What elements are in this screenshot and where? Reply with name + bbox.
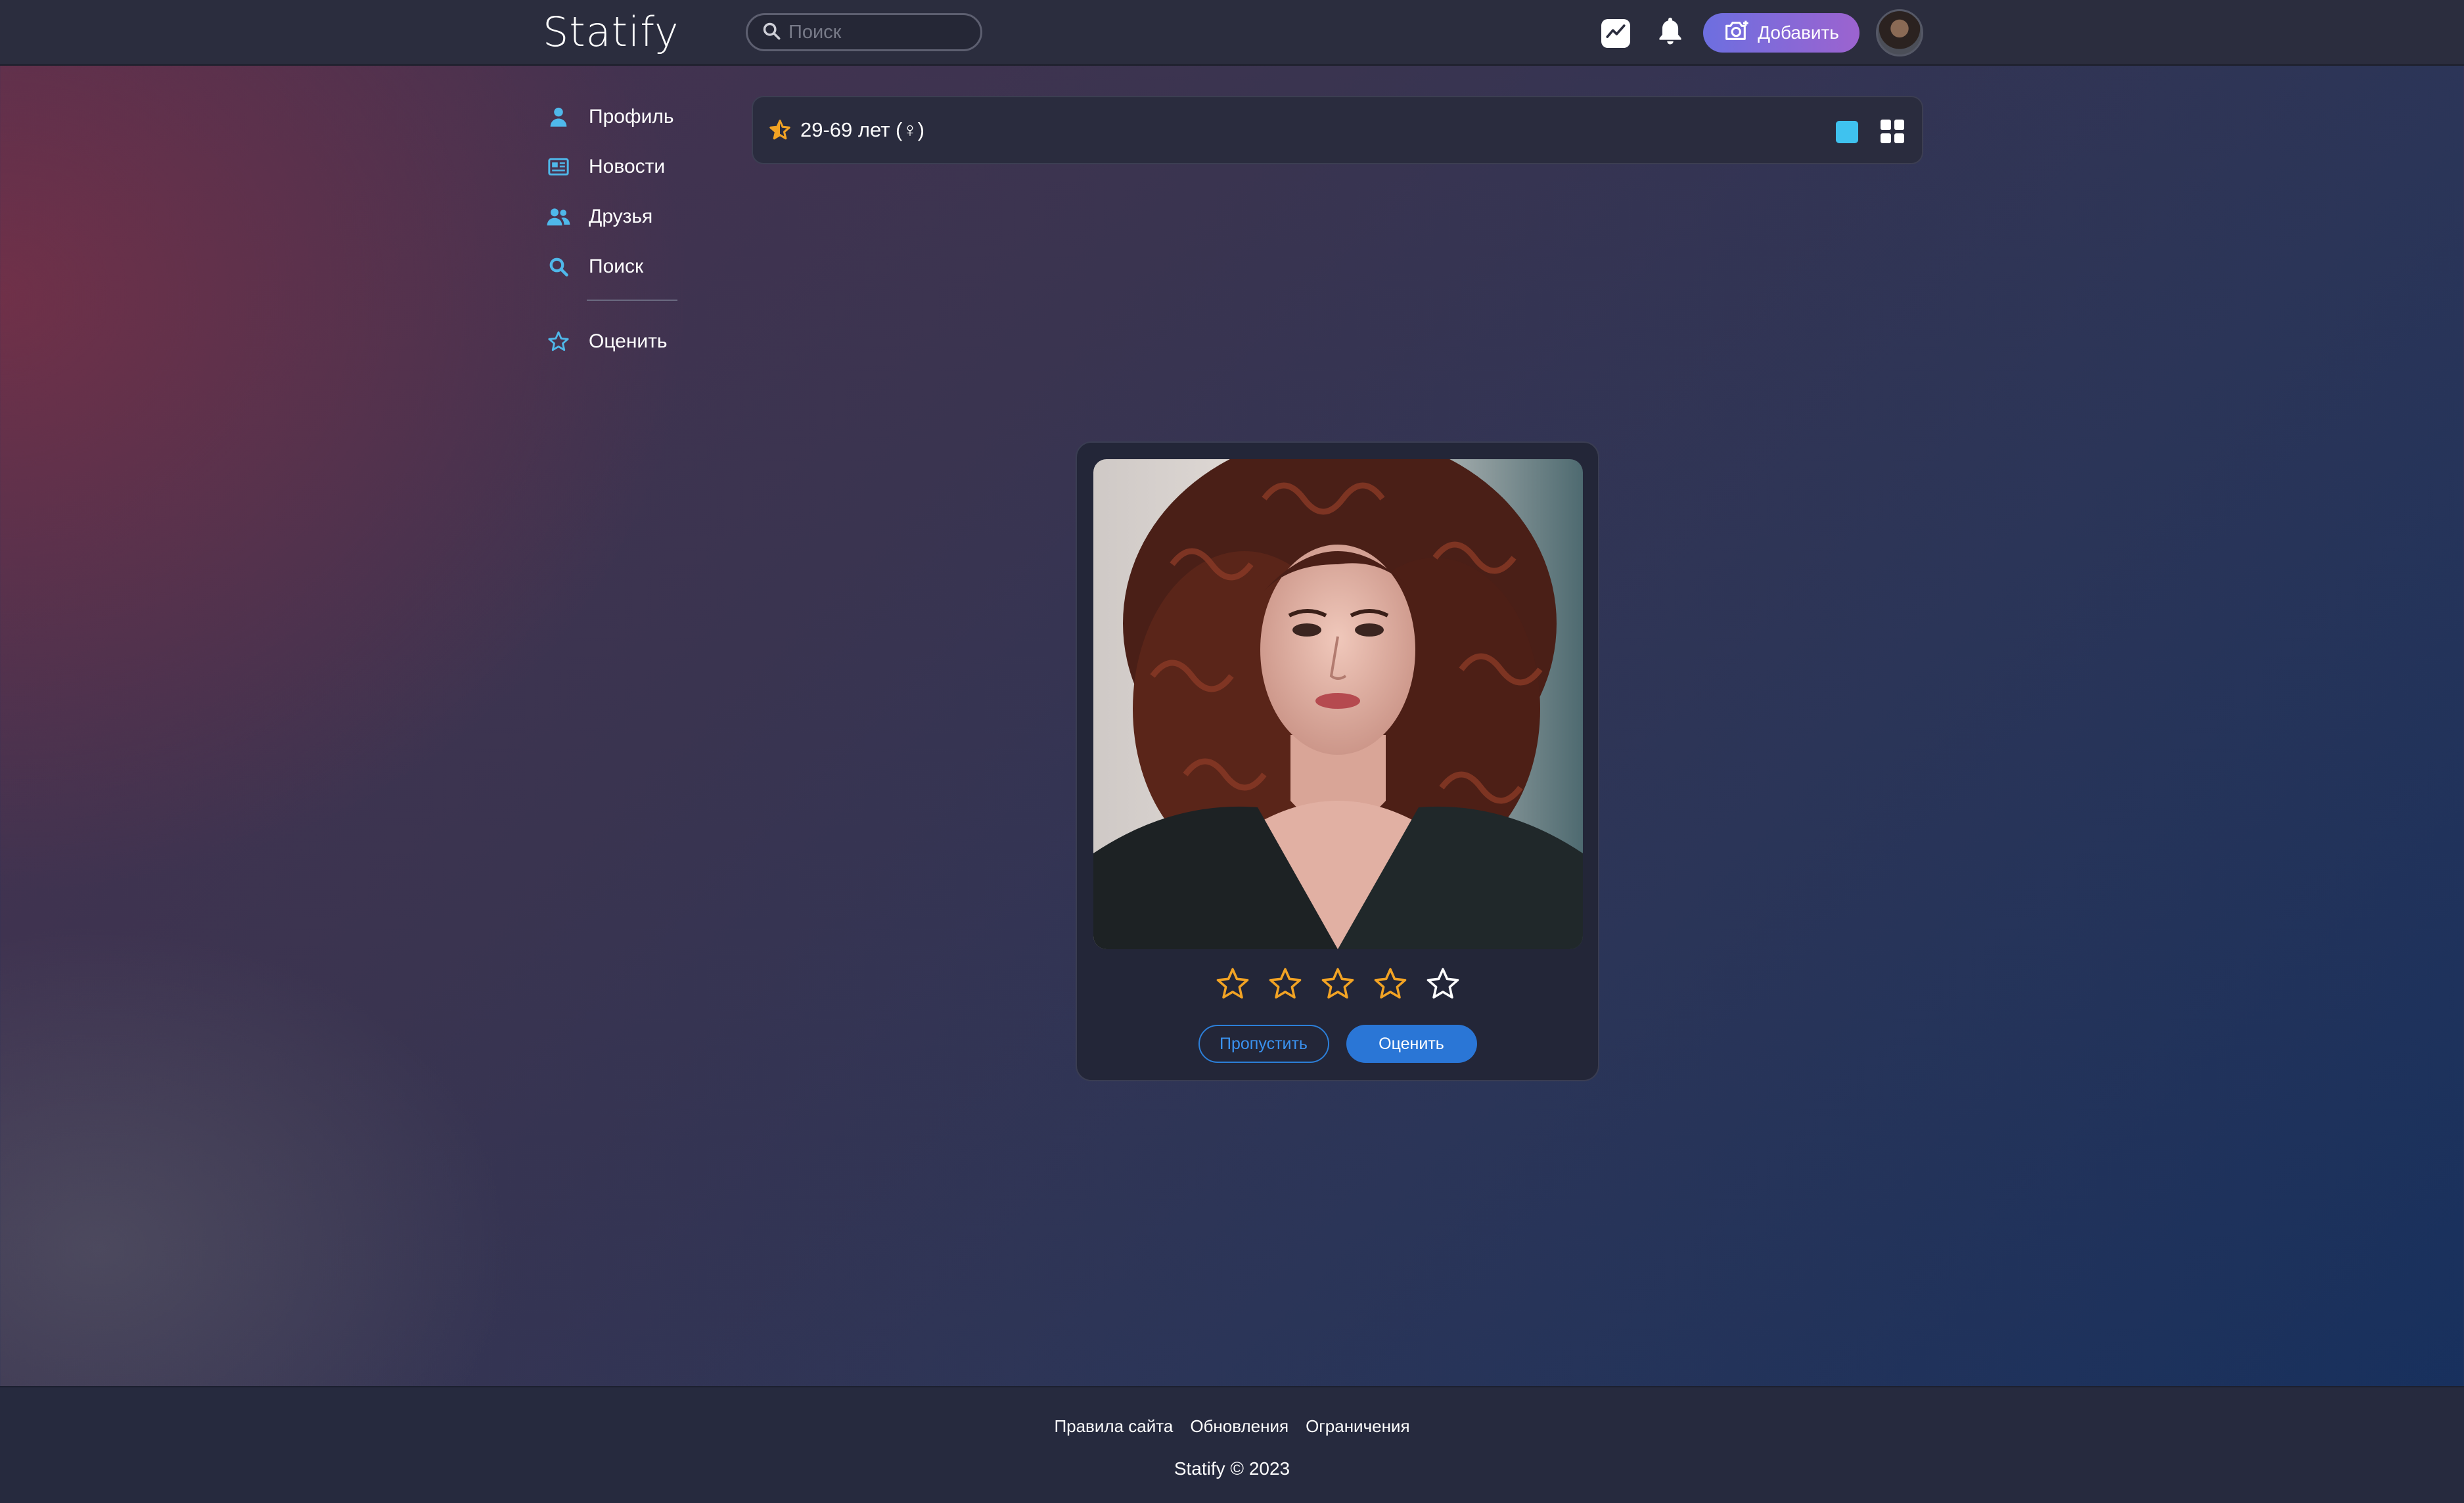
camera-plus-icon (1723, 19, 1750, 47)
search-input[interactable] (787, 20, 974, 44)
star-2-icon[interactable] (1267, 966, 1304, 1002)
grid-cell (1894, 133, 1904, 143)
star-5-icon[interactable] (1425, 966, 1461, 1002)
skip-button[interactable]: Пропустить (1198, 1025, 1329, 1063)
grid-cell (1881, 133, 1891, 143)
single-view-toggle[interactable] (1836, 121, 1858, 143)
grid-cell (1881, 120, 1891, 130)
profile-photo (1093, 459, 1583, 949)
footer-link-updates[interactable]: Обновления (1190, 1416, 1289, 1437)
sidebar-item-search[interactable]: Поиск (545, 242, 696, 292)
search-box[interactable] (746, 13, 982, 51)
star-rating[interactable] (1077, 966, 1598, 1002)
add-button-label: Добавить (1758, 22, 1839, 43)
star-3-icon[interactable] (1319, 966, 1356, 1002)
search-icon (545, 254, 572, 280)
bell-icon (1656, 15, 1685, 50)
user-icon (545, 104, 572, 130)
sidebar-divider (587, 300, 677, 301)
sidebar-item-label: Друзья (589, 206, 653, 227)
rate-button[interactable]: Оценить (1346, 1025, 1477, 1063)
footer: Правила сайта Обновления Ограничения Sta… (0, 1386, 2464, 1503)
notifications-button[interactable] (1656, 16, 1685, 49)
sidebar-item-news[interactable]: Новости (545, 142, 696, 192)
star-outline-icon (545, 328, 572, 355)
card-actions: Пропустить Оценить (1077, 1025, 1598, 1063)
filter-bar: 29-69 лет (♀) (752, 96, 1923, 164)
sidebar-item-label: Поиск (589, 256, 644, 277)
half-star-icon (769, 119, 791, 141)
friends-icon (545, 204, 572, 230)
top-bar: Statify Добавить (0, 0, 2464, 66)
sidebar-item-friends[interactable]: Друзья (545, 192, 696, 242)
sidebar-item-label: Оценить (589, 330, 668, 352)
grid-cell (1894, 120, 1904, 130)
newspaper-icon (545, 154, 572, 180)
sidebar-item-label: Новости (589, 156, 666, 177)
sidebar-item-profile[interactable]: Профиль (545, 92, 696, 142)
grid-view-toggle[interactable] (1881, 120, 1904, 143)
search-icon (762, 22, 781, 43)
star-4-icon[interactable] (1372, 966, 1409, 1002)
stats-button[interactable] (1601, 19, 1630, 48)
footer-link-rules[interactable]: Правила сайта (1054, 1416, 1173, 1437)
sidebar-item-rate[interactable]: Оценить (545, 317, 696, 367)
logo[interactable]: Statify (543, 7, 679, 58)
footer-links: Правила сайта Обновления Ограничения (0, 1416, 2464, 1437)
sidebar: Профиль Новости Друзья Поиск Оценить (545, 92, 696, 367)
footer-link-limits[interactable]: Ограничения (1306, 1416, 1409, 1437)
age-filter[interactable]: 29-69 лет (♀) (769, 97, 924, 163)
rating-card: Пропустить Оценить (1076, 441, 1599, 1081)
copyright: Statify © 2023 (1174, 1458, 1290, 1479)
age-filter-label: 29-69 лет (♀) (800, 118, 924, 141)
star-1-icon[interactable] (1214, 966, 1251, 1002)
add-photo-button[interactable]: Добавить (1703, 13, 1859, 53)
trend-chart-icon (1605, 21, 1627, 47)
avatar[interactable] (1876, 9, 1923, 56)
sidebar-item-label: Профиль (589, 106, 674, 127)
